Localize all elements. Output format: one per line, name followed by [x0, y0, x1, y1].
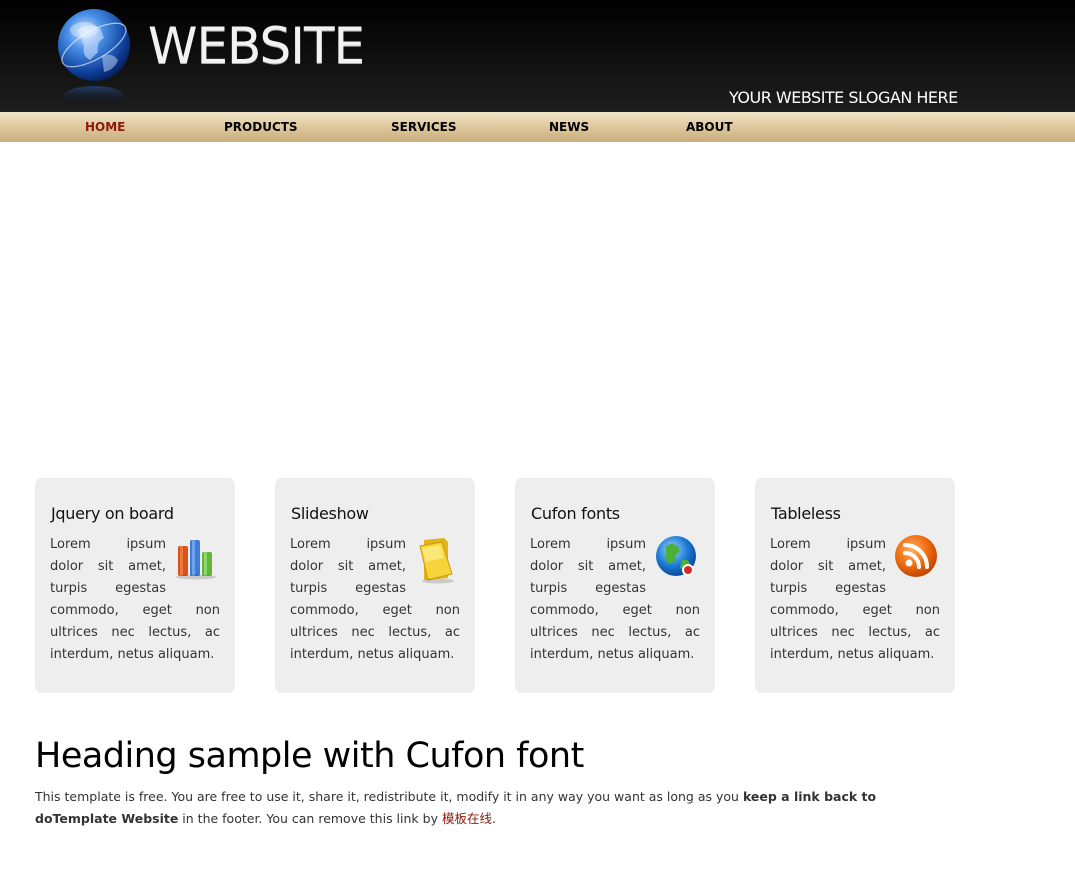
- globe-logo-icon[interactable]: [56, 8, 136, 108]
- feature-text-block: Lorem ipsum dolor sit amet, turpis egest…: [290, 534, 460, 666]
- rss-icon: [894, 534, 940, 584]
- site-logo-text[interactable]: WEBSITE: [148, 14, 365, 78]
- feature-title: Cufon fonts: [531, 504, 620, 523]
- site-slogan: YOUR WEBSITE SLOGAN HERE: [729, 88, 958, 107]
- main-nav: HOME PRODUCTS SERVICES NEWS ABOUT: [0, 112, 1075, 142]
- feature-box-slideshow: Slideshow Lorem ipsum dolor sit amet, tu…: [275, 478, 475, 693]
- folder-icon: [414, 534, 460, 584]
- feature-box-tableless: Tableless Lorem ipsum dolor sit amet, tu…: [755, 478, 955, 693]
- globe-icon: [654, 534, 700, 584]
- nav-item-services[interactable]: SERVICES: [391, 112, 456, 142]
- feature-text-block: Lorem ipsum dolor sit amet, turpis egest…: [50, 534, 220, 666]
- feature-title: Slideshow: [291, 504, 369, 523]
- page-heading: Heading sample with Cufon font: [35, 736, 584, 776]
- intro-paragraph: This template is free. You are free to u…: [35, 786, 960, 830]
- nav-item-news[interactable]: NEWS: [549, 112, 589, 142]
- nav-item-products[interactable]: PRODUCTS: [224, 112, 298, 142]
- bar-chart-icon: [174, 534, 220, 584]
- feature-text-block: Lorem ipsum dolor sit amet, turpis egest…: [530, 534, 700, 666]
- nav-item-about[interactable]: ABOUT: [686, 112, 733, 142]
- intro-text-middle: in the footer. You can remove this link …: [178, 811, 442, 826]
- feature-box-jquery: Jquery on board Lorem ipsum dolor sit am…: [35, 478, 235, 693]
- intro-text-end: .: [491, 811, 496, 826]
- intro-text-start: This template is free. You are free to u…: [35, 789, 743, 804]
- feature-title: Tableless: [771, 504, 841, 523]
- template-site-link[interactable]: 模板在线: [442, 811, 492, 826]
- feature-text-block: Lorem ipsum dolor sit amet, turpis egest…: [770, 534, 940, 666]
- feature-box-cufon: Cufon fonts Lorem ipsum dolor sit amet, …: [515, 478, 715, 693]
- nav-item-home[interactable]: HOME: [85, 112, 125, 142]
- site-header: WEBSITE YOUR WEBSITE SLOGAN HERE: [0, 0, 1075, 112]
- feature-title: Jquery on board: [51, 504, 174, 523]
